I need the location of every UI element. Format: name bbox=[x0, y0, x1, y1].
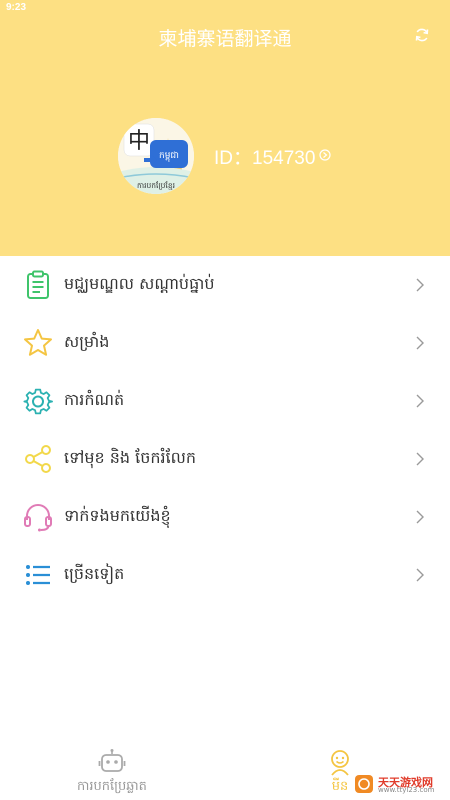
menu-item-label: ទាក់ទងមកយើងខ្ញុំ bbox=[64, 506, 171, 525]
copy-arrow-icon[interactable] bbox=[318, 148, 332, 162]
menu-item-label: ទៅមុខ និង ចែករំលែក bbox=[64, 448, 197, 467]
chevron-right-icon bbox=[416, 510, 424, 524]
menu-item-more[interactable]: ច្រើនទៀត bbox=[0, 546, 450, 604]
status-time: 9:23 bbox=[6, 2, 27, 13]
robot-icon bbox=[98, 749, 126, 772]
star-icon bbox=[24, 329, 52, 356]
chevron-right-icon bbox=[416, 394, 424, 408]
watermark-url: www.ttyl23.com bbox=[378, 786, 435, 794]
menu-item-label: ការកំណត់ bbox=[64, 390, 125, 409]
share-icon bbox=[25, 445, 51, 473]
profile-header: 9:23 柬埔寨语翻译通 中 កម្ពុជា ការបកប្រែខ្មែរ ID… bbox=[0, 0, 450, 256]
settings-menu: មជ្ឈមណ្ឌល សណ្ដាប់ធ្នាប់ សម្រាំង ការកំណត់… bbox=[0, 256, 450, 604]
watermark-logo-icon bbox=[355, 775, 373, 793]
refresh-icon[interactable] bbox=[414, 27, 430, 43]
menu-item-contact[interactable]: ទាក់ទងមកយើងខ្ញុំ bbox=[0, 488, 450, 546]
menu-item-label: ច្រើនទៀត bbox=[64, 564, 125, 583]
chevron-right-icon bbox=[416, 452, 424, 466]
gear-icon bbox=[23, 388, 53, 415]
avatar[interactable]: 中 កម្ពុជា ការបកប្រែខ្មែរ bbox=[118, 118, 194, 194]
menu-item-label: សម្រាំង bbox=[64, 332, 110, 351]
tab-label: ការបកប្រែឆ្លាត bbox=[77, 779, 147, 794]
avatar-khmer-text: កម្ពុជា bbox=[159, 151, 179, 162]
app-title: 柬埔寨语翻译通 bbox=[158, 28, 292, 50]
chevron-right-icon bbox=[416, 336, 424, 350]
watermark: 天天游戏网 www.ttyl23.com bbox=[354, 774, 444, 794]
smiley-icon bbox=[331, 750, 349, 776]
avatar-caption: ការបកប្រែខ្មែរ bbox=[137, 181, 175, 190]
list-icon bbox=[26, 565, 50, 585]
tab-translate[interactable]: ការបកប្រែឆ្លាត bbox=[52, 748, 172, 797]
chevron-right-icon bbox=[416, 278, 424, 292]
menu-item-favorites[interactable]: សម្រាំង bbox=[0, 314, 450, 372]
clipboard-icon bbox=[27, 270, 49, 299]
chevron-right-icon bbox=[416, 568, 424, 582]
user-id: ID：154730 bbox=[214, 148, 316, 169]
menu-item-share[interactable]: ទៅមុខ និង ចែករំលែក bbox=[0, 430, 450, 488]
avatar-image: 中 កម្ពុជា ការបកប្រែខ្មែរ bbox=[118, 118, 194, 194]
menu-item-settings[interactable]: ការកំណត់ bbox=[0, 372, 450, 430]
headset-icon bbox=[24, 504, 52, 532]
menu-item-history[interactable]: មជ្ឈមណ្ឌល សណ្ដាប់ធ្នាប់ bbox=[0, 256, 450, 314]
menu-item-label: មជ្ឈមណ្ឌល សណ្ដាប់ធ្នាប់ bbox=[64, 274, 215, 293]
avatar-glyph: 中 bbox=[128, 129, 150, 154]
